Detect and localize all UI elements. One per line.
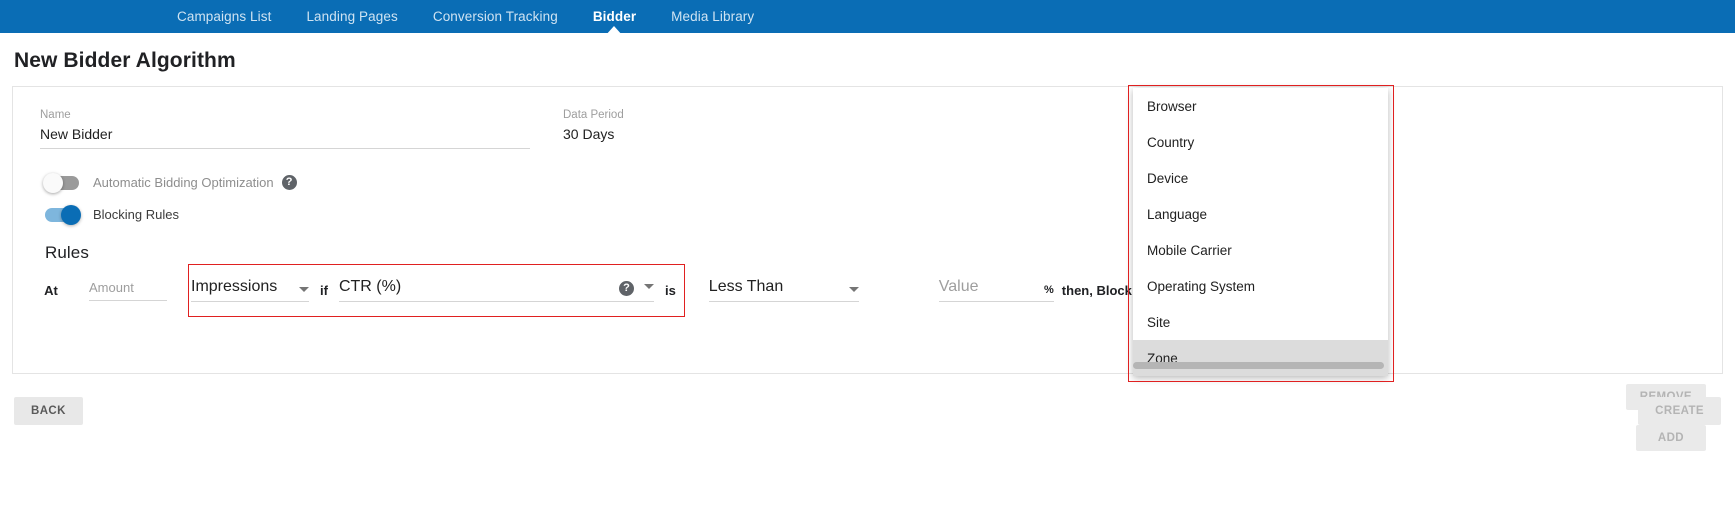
dropdown-item-zone[interactable]: Zone <box>1133 340 1388 376</box>
nav-item-conversion-tracking[interactable]: Conversion Tracking <box>433 9 558 24</box>
operator-select[interactable]: Less Than <box>708 278 859 302</box>
amount-input[interactable]: Amount <box>89 280 167 301</box>
condition-select-controls: ? <box>611 281 654 296</box>
question-mark-icon[interactable]: ? <box>618 281 634 296</box>
bidder-form-card: Name New Bidder Data Period 30 Days Auto… <box>12 86 1723 451</box>
automatic-bidding-toggle[interactable] <box>43 172 79 193</box>
blocking-rules-label: Blocking Rules <box>93 207 179 222</box>
dropdown-item-operating-system[interactable]: Operating System <box>1133 268 1388 304</box>
active-tab-arrow-icon <box>605 26 624 36</box>
name-input[interactable]: New Bidder <box>40 126 530 148</box>
back-button[interactable]: BACK <box>14 397 83 425</box>
nav-item-bidder-label: Bidder <box>592 9 637 24</box>
metric-select[interactable]: Impressions <box>191 278 309 302</box>
nav-item-landing-pages[interactable]: Landing Pages <box>306 9 397 24</box>
toggle-knob <box>61 204 81 225</box>
dropdown-item-mobile-carrier[interactable]: Mobile Carrier <box>1133 232 1388 268</box>
dropdown-item-device[interactable]: Device <box>1133 160 1388 196</box>
toggle-knob <box>43 172 63 193</box>
at-label: At <box>44 282 58 298</box>
page-title: New Bidder Algorithm <box>14 49 236 72</box>
if-label: if <box>320 282 328 298</box>
amount-placeholder: Amount <box>89 279 134 295</box>
dropdown-scrollbar-thumb[interactable] <box>1133 362 1384 369</box>
question-mark-icon[interactable]: ? <box>281 175 297 190</box>
metric-dropdown-menu: Browser Country Device Language Mobile C… <box>1133 88 1388 376</box>
chevron-down-icon <box>848 287 859 292</box>
footer-actions: BACK CREATE <box>0 391 1735 431</box>
data-period-field-group: Data Period 30 Days <box>563 109 624 149</box>
name-field-label: Name <box>40 109 71 121</box>
dropdown-scrollbar[interactable] <box>1133 362 1384 369</box>
automatic-bidding-label: Automatic Bidding Optimization <box>93 175 274 190</box>
data-period-label: Data Period <box>563 109 624 121</box>
dropdown-item-language[interactable]: Language <box>1133 196 1388 232</box>
top-navigation-bar: Campaigns List Landing Pages Conversion … <box>0 0 1735 36</box>
then-block-label: then, Block <box>1061 282 1132 298</box>
operator-select-value: Less Than <box>708 278 784 295</box>
blocking-rules-toggle[interactable] <box>45 204 81 225</box>
dropdown-item-site[interactable]: Site <box>1133 304 1388 340</box>
nav-item-bidder[interactable]: Bidder <box>592 9 637 36</box>
chevron-down-icon <box>643 284 654 289</box>
data-period-value[interactable]: 30 Days <box>563 126 624 148</box>
condition-select-value: CTR (%) <box>338 278 402 295</box>
nav-item-media-library[interactable]: Media Library <box>671 9 754 24</box>
nav-item-campaigns-list[interactable]: Campaigns List <box>177 9 271 24</box>
dropdown-item-country[interactable]: Country <box>1133 124 1388 160</box>
dropdown-item-browser[interactable]: Browser <box>1133 88 1388 124</box>
automatic-bidding-toggle-row: Automatic Bidding Optimization ? <box>13 172 1722 193</box>
value-placeholder: Value <box>938 278 979 295</box>
blocking-rules-toggle-row: Blocking Rules <box>13 204 1722 225</box>
percent-symbol: % <box>1044 284 1054 296</box>
rules-section-title: Rules <box>45 243 89 262</box>
rule-row: At Amount Impressions if CTR (%) ? is Le… <box>13 267 1722 313</box>
metric-select-value: Impressions <box>191 278 278 295</box>
chevron-down-icon <box>299 287 309 292</box>
name-field-group: Name New Bidder <box>40 109 530 149</box>
is-label: is <box>664 282 676 298</box>
value-input[interactable]: Value % <box>938 278 1054 302</box>
create-button[interactable]: CREATE <box>1638 397 1721 425</box>
condition-select[interactable]: CTR (%) ? <box>338 278 654 302</box>
form-fields-row: Name New Bidder Data Period 30 Days <box>13 87 1722 149</box>
